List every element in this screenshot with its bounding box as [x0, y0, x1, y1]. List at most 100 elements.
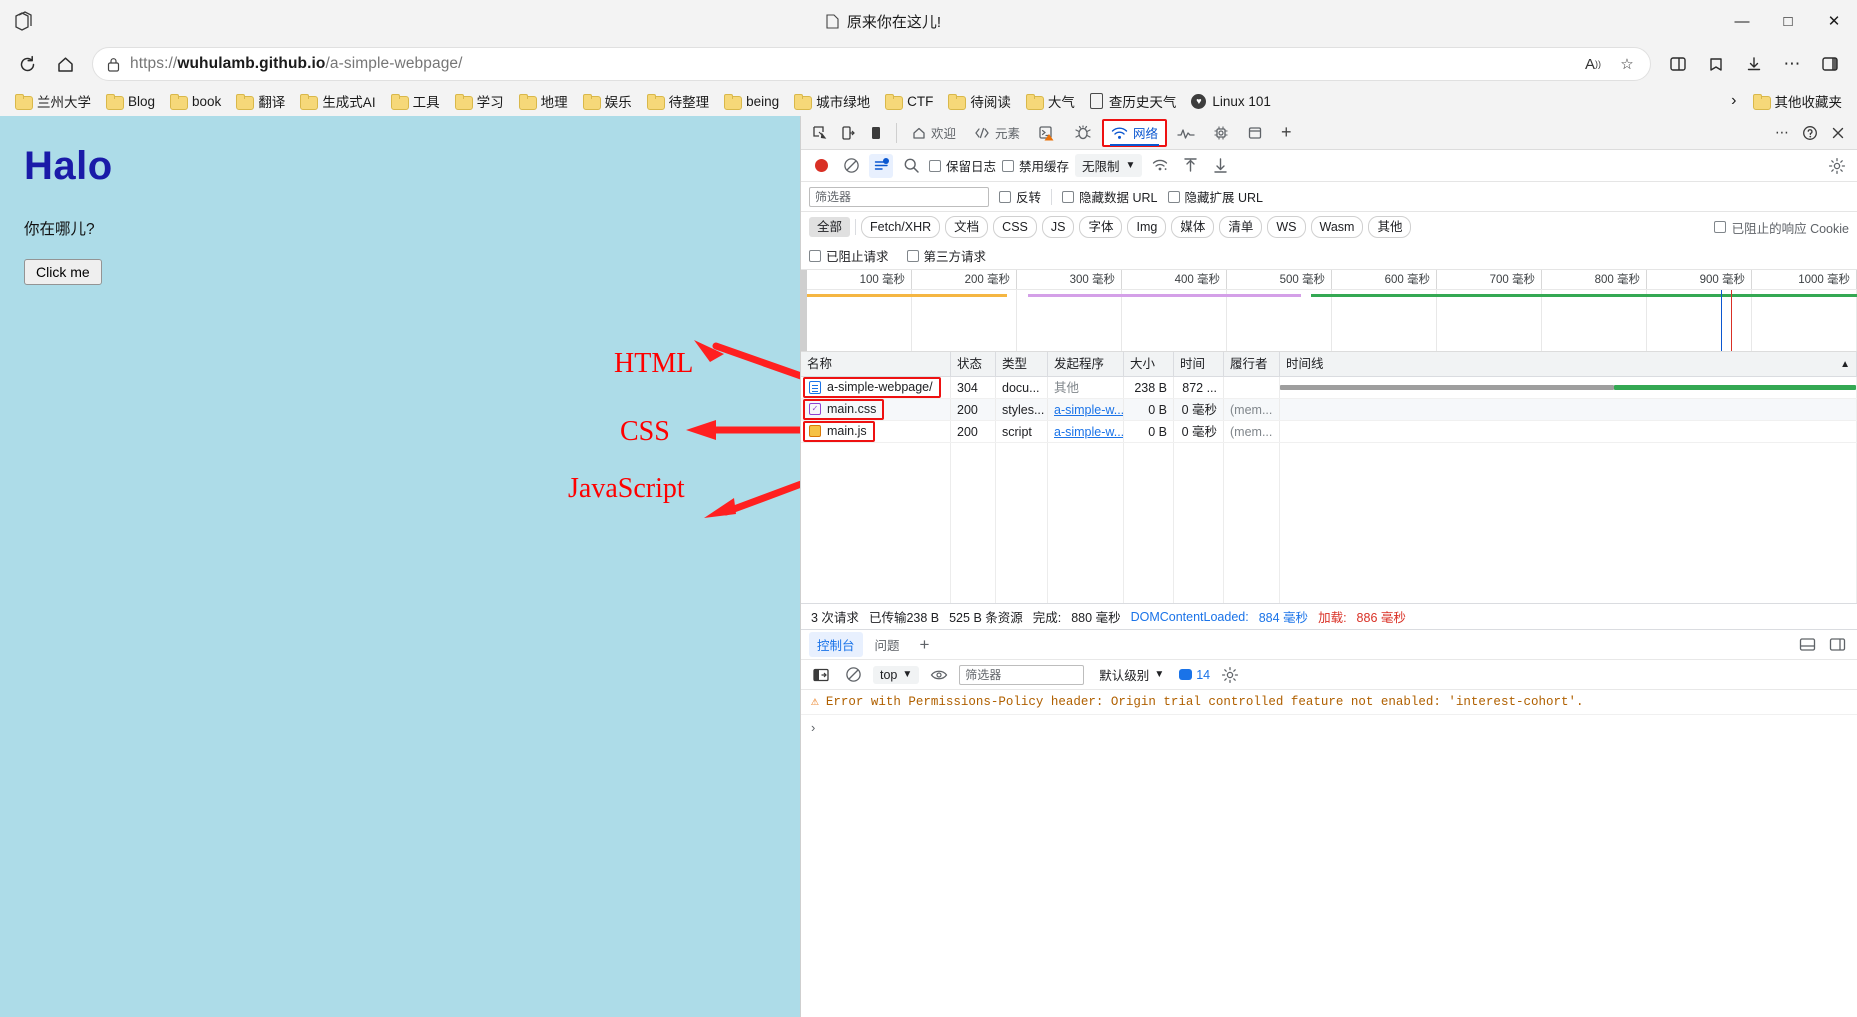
filter-icon[interactable]: [869, 153, 893, 178]
console-sidebar-icon[interactable]: [809, 663, 833, 687]
bookmark-item[interactable]: 生成式AI: [293, 88, 382, 114]
blocked-requests-checkbox[interactable]: 已阻止请求: [809, 246, 889, 265]
hide-extension-urls-checkbox[interactable]: 隐藏扩展 URL: [1167, 187, 1263, 206]
checkbox[interactable]: [929, 159, 941, 172]
dock-bottom-icon[interactable]: [1795, 633, 1819, 657]
star-icon[interactable]: ☆: [1612, 49, 1642, 79]
drawer-tab-console[interactable]: 控制台: [809, 632, 863, 657]
console-prompt[interactable]: ›: [801, 715, 1857, 740]
close-icon[interactable]: [1825, 120, 1851, 146]
tab-debugger[interactable]: [1066, 119, 1100, 147]
type-filter-media[interactable]: 媒体: [1171, 216, 1215, 238]
live-expression-icon[interactable]: [927, 663, 951, 687]
bookmark-item[interactable]: CTF: [878, 91, 940, 112]
bookmarks-overflow-chevron[interactable]: ›: [1724, 89, 1743, 113]
console-context-dropdown[interactable]: top ▼: [873, 665, 920, 684]
gear-icon[interactable]: [1825, 154, 1849, 178]
device-toolbar-icon[interactable]: [835, 120, 861, 146]
add-devtools-tab-button[interactable]: +: [1273, 119, 1300, 147]
inspect-element-icon[interactable]: [807, 120, 833, 146]
ellipsis-icon[interactable]: ⋯: [1775, 47, 1809, 81]
issues-counter[interactable]: 14: [1179, 668, 1210, 682]
third-party-requests-checkbox[interactable]: 第三方请求: [906, 246, 986, 265]
home-icon[interactable]: [48, 47, 82, 81]
bookmark-item[interactable]: 工具: [384, 88, 447, 114]
bookmark-item[interactable]: 学习: [448, 88, 511, 114]
type-filter-wasm[interactable]: Wasm: [1310, 216, 1364, 238]
checkbox[interactable]: [1002, 159, 1015, 172]
tab-network[interactable]: 网络: [1102, 118, 1168, 147]
column-header-type[interactable]: 类型: [996, 352, 1048, 376]
tab-console[interactable]: [1030, 119, 1064, 147]
bookmark-item[interactable]: ♥ Linux 101: [1184, 91, 1278, 112]
console-level-dropdown[interactable]: 默认级别 ▼: [1092, 663, 1171, 686]
checkbox[interactable]: [809, 249, 821, 262]
tab-performance[interactable]: [1169, 119, 1203, 147]
bookmark-item[interactable]: 查历史天气: [1083, 88, 1184, 114]
bookmark-item[interactable]: 地理: [512, 88, 575, 114]
preserve-log-checkbox[interactable]: 保留日志: [929, 156, 996, 175]
cell-name[interactable]: ✓ main.css: [801, 399, 951, 420]
tab-memory[interactable]: [1205, 119, 1237, 147]
bookmark-item[interactable]: 娱乐: [576, 88, 639, 114]
tab-welcome[interactable]: 欢迎: [904, 119, 964, 147]
sidebar-icon[interactable]: [1813, 47, 1847, 81]
bookmark-item[interactable]: 大气: [1019, 88, 1082, 114]
type-filter-manifest[interactable]: 清单: [1219, 216, 1263, 238]
type-filter-font[interactable]: 字体: [1079, 216, 1123, 238]
bookmark-item[interactable]: 待阅读: [941, 88, 1018, 114]
checkbox[interactable]: [1713, 221, 1726, 233]
reload-icon[interactable]: [10, 47, 44, 81]
bookmark-item[interactable]: 兰州大学: [8, 88, 98, 114]
console-filter-input[interactable]: 筛选器: [959, 664, 1085, 685]
column-header-performer[interactable]: 履行者: [1224, 352, 1280, 376]
other-favorites-button[interactable]: 其他收藏夹: [1746, 88, 1850, 114]
collections-icon[interactable]: [1699, 47, 1733, 81]
column-header-time[interactable]: 时间: [1174, 352, 1224, 376]
table-row[interactable]: a-simple-webpage/ 304 docu... 其他 238 B 8…: [801, 377, 1857, 399]
throttling-dropdown[interactable]: 无限制 ▼: [1075, 154, 1143, 177]
column-header-initiator[interactable]: 发起程序: [1048, 352, 1124, 376]
column-header-status[interactable]: 状态: [951, 352, 996, 376]
column-header-waterfall[interactable]: 时间线 ▲: [1280, 352, 1857, 376]
network-overview-timeline[interactable]: 100 毫秒 200 毫秒 300 毫秒 400 毫秒 500 毫秒 600 毫…: [801, 270, 1857, 352]
network-filter-input[interactable]: 筛选器: [809, 186, 989, 207]
hide-data-urls-checkbox[interactable]: 隐藏数据 URL: [1062, 187, 1158, 206]
bookmark-item[interactable]: book: [163, 91, 228, 112]
type-filter-img[interactable]: Img: [1127, 216, 1167, 238]
tab-elements[interactable]: 元素: [966, 119, 1028, 147]
type-filter-other[interactable]: 其他: [1368, 216, 1412, 238]
dock-side-icon[interactable]: [863, 120, 889, 146]
invert-checkbox[interactable]: 反转: [999, 187, 1041, 206]
record-stop-icon[interactable]: [809, 154, 833, 178]
bookmark-item[interactable]: 翻译: [229, 88, 292, 114]
maximize-button[interactable]: □: [1765, 0, 1811, 42]
download-icon[interactable]: [1737, 47, 1771, 81]
bookmark-item[interactable]: Blog: [99, 91, 162, 112]
column-header-name[interactable]: 名称: [801, 352, 951, 376]
close-button[interactable]: ✕: [1811, 0, 1857, 42]
address-bar[interactable]: https://wuhulamb.github.io/a-simple-webp…: [92, 47, 1651, 81]
disable-cache-checkbox[interactable]: 禁用缓存: [1002, 156, 1069, 175]
import-icon[interactable]: [1178, 154, 1202, 178]
type-filter-all[interactable]: 全部: [809, 217, 851, 237]
type-filter-doc[interactable]: 文档: [945, 216, 989, 238]
gear-icon[interactable]: [1218, 663, 1242, 687]
read-aloud-icon[interactable]: A)): [1578, 49, 1608, 79]
checkbox[interactable]: [999, 190, 1011, 203]
column-header-size[interactable]: 大小: [1124, 352, 1174, 376]
console-message[interactable]: ⚠ Error with Permissions-Policy header: …: [801, 690, 1857, 715]
checkbox[interactable]: [1062, 190, 1075, 203]
bookmark-item[interactable]: 城市绿地: [787, 88, 877, 114]
type-filter-css[interactable]: CSS: [993, 216, 1037, 238]
cell-name[interactable]: main.js: [801, 421, 951, 442]
search-icon[interactable]: [899, 154, 923, 178]
split-screen-icon[interactable]: [1661, 47, 1695, 81]
clear-icon[interactable]: [841, 663, 865, 687]
export-icon[interactable]: [1208, 154, 1232, 178]
blocked-response-cookies-checkbox[interactable]: 已阻止的响应 Cookie: [1713, 218, 1849, 237]
click-me-button[interactable]: Click me: [24, 259, 102, 285]
cell-initiator[interactable]: a-simple-w...: [1048, 421, 1124, 442]
bookmark-item[interactable]: 待整理: [640, 88, 717, 114]
dock-right-icon[interactable]: [1825, 633, 1849, 657]
